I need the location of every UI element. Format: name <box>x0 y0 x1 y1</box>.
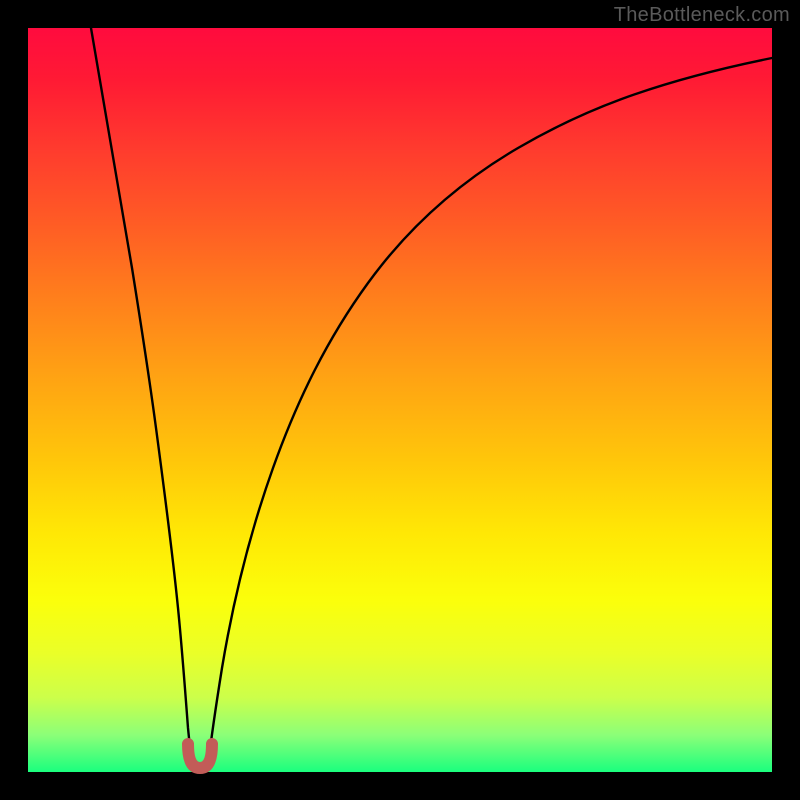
plot-area <box>28 28 772 772</box>
watermark-text: TheBottleneck.com <box>614 4 790 27</box>
right-limb-curve <box>208 58 772 766</box>
min-marker <box>188 744 212 768</box>
chart-svg <box>28 28 772 772</box>
chart-frame: TheBottleneck.com <box>0 0 800 800</box>
left-limb-curve <box>91 28 192 766</box>
